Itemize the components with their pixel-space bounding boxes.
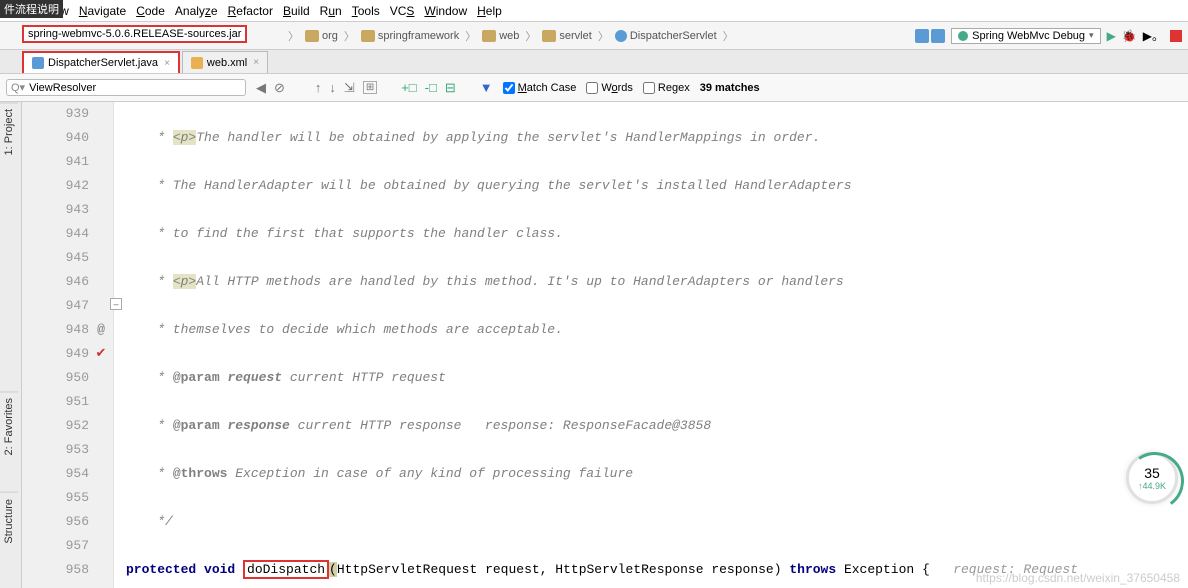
method-name-highlight: doDispatch [243,560,329,579]
breadcrumb-springframework[interactable]: springframework [357,30,463,42]
run-button[interactable]: ▶ [1107,29,1116,43]
menu-run[interactable]: Run [315,4,347,18]
prev-match-button[interactable]: ◀ [256,80,266,96]
java-file-icon [32,57,44,69]
line-number[interactable]: 952 [22,414,89,438]
up-arrow-button[interactable]: ↑ [315,80,322,95]
override-icon[interactable]: @ [91,318,111,342]
chevron-down-icon: ▾ [1089,30,1094,41]
line-number[interactable]: 948 [22,318,89,342]
close-tab-icon[interactable]: × [253,57,259,68]
breakpoint-icon[interactable]: ✔ [91,342,111,366]
line-number[interactable]: 941 [22,150,89,174]
pin-button[interactable]: ⇲ [344,80,355,96]
add-selection-button[interactable]: +□ [401,80,416,95]
line-number[interactable]: 953 [22,438,89,462]
line-number[interactable]: 956 [22,510,89,534]
search-icon: Q▾ [11,81,25,94]
menu-help[interactable]: Help [472,4,507,18]
match-case-checkbox[interactable]: Match Case [503,82,577,94]
tool-tab-favorites[interactable]: 2: Favorites [0,391,18,461]
menu-analyze[interactable]: Analyze [170,4,223,18]
line-number[interactable]: 951 [22,390,89,414]
close-tab-icon[interactable]: × [164,58,170,69]
search-input[interactable]: Q▾ ViewResolver [6,79,246,96]
line-number[interactable]: 958 [22,558,89,582]
nav-forward-back[interactable] [915,29,945,43]
line-number[interactable]: 947 [22,294,89,318]
tab-web-xml[interactable]: web.xml × [182,51,268,73]
line-number[interactable]: 940 [22,126,89,150]
remove-selection-button[interactable]: -□ [425,80,437,95]
line-number[interactable]: 957 [22,534,89,558]
left-tool-window-strip: 1: Project 2: Favorites Structure [0,102,22,588]
line-number[interactable]: 945 [22,246,89,270]
watermark-text: https://blog.csdn.net/weixin_37650458 [976,571,1180,585]
menu-refactor[interactable]: Refactor [223,4,278,18]
line-number[interactable]: 950 [22,366,89,390]
line-number[interactable]: 939 [22,102,89,126]
screenshot-overlay-label: 件流程说明 [0,0,63,18]
menu-code[interactable]: Code [131,4,170,18]
select-all-button[interactable]: ⊞ [363,81,377,94]
editor-gutter[interactable]: 939 940 941 942 943 944 945 946 947 948 … [22,102,114,588]
line-number[interactable]: 946 [22,270,89,294]
attach-button[interactable]: ▶。 [1143,27,1164,44]
tool-tab-project[interactable]: 1: Project [0,102,18,161]
find-bar: Q▾ ViewResolver ◀ ⊘ ↑ ↓ ⇲ ⊞ +□ -□ ⊟ ▼ Ma… [0,74,1188,102]
run-status-icon [958,31,968,41]
words-checkbox[interactable]: Words [586,82,633,94]
breadcrumb-servlet[interactable]: servlet [538,30,595,42]
editor-tabs: DispatcherServlet.java × web.xml × [0,50,1188,74]
breadcrumb-class[interactable]: DispatcherServlet [611,30,721,42]
breadcrumb: 〉 org〉 springframework〉 web〉 servlet〉 Di… [286,28,736,44]
menu-navigate[interactable]: Navigate [74,4,131,18]
line-number[interactable]: 943 [22,198,89,222]
menu-tools[interactable]: Tools [347,4,385,18]
performance-gauge[interactable]: 35 ↑44.9K [1126,452,1178,504]
main-menu-bar: View Navigate Code Analyze Refactor Buil… [0,0,1188,22]
navigation-bar: spring-webmvc-5.0.6.RELEASE-sources.jar … [0,22,1188,50]
match-count: 39 matches [700,82,760,94]
xml-file-icon [191,57,203,69]
line-number[interactable]: 944 [22,222,89,246]
tool-tab-structure[interactable]: Structure [0,492,18,550]
breadcrumb-org[interactable]: org [301,30,342,42]
tab-dispatcher-servlet[interactable]: DispatcherServlet.java × [22,51,180,73]
down-arrow-button[interactable]: ↓ [329,80,336,95]
exclude-button[interactable]: ⊟ [445,80,456,96]
debug-button[interactable]: 🐞 [1122,29,1137,43]
menu-vcs[interactable]: VCS [385,4,420,18]
menu-window[interactable]: Window [419,4,472,18]
breadcrumb-web[interactable]: web [478,30,523,42]
filter-button[interactable]: ▼ [480,80,493,95]
stop-button[interactable] [1170,30,1182,42]
jar-name-highlight: spring-webmvc-5.0.6.RELEASE-sources.jar [22,25,247,43]
line-number[interactable]: 949 [22,342,89,366]
line-number[interactable]: 942 [22,174,89,198]
chevron-right-icon: 〉 [288,28,299,44]
close-search-button[interactable]: ⊘ [274,80,285,96]
editor-area[interactable]: * <p>The handler will be obtained by app… [114,102,1188,588]
run-config-selector[interactable]: Spring WebMvc Debug ▾ [951,28,1100,44]
line-number[interactable]: 954 [22,462,89,486]
menu-build[interactable]: Build [278,4,315,18]
regex-checkbox[interactable]: Regex [643,82,690,94]
line-number[interactable]: 955 [22,486,89,510]
